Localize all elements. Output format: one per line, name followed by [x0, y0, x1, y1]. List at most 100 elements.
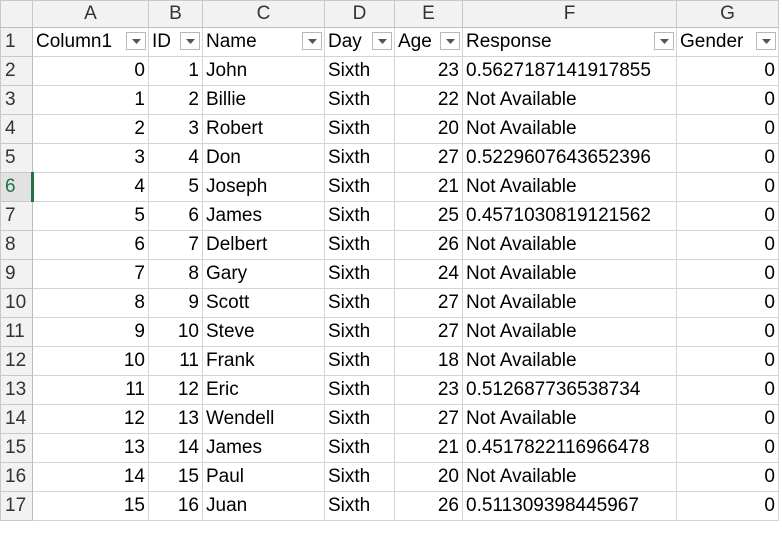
cell-d8[interactable]: Sixth — [324, 230, 395, 260]
column-header-d[interactable]: D — [324, 0, 395, 28]
cell-g9[interactable]: 0 — [676, 259, 779, 289]
cell-b14[interactable]: 13 — [148, 404, 203, 434]
cell-e9[interactable]: 24 — [394, 259, 463, 289]
cell-e8[interactable]: 26 — [394, 230, 463, 260]
row-header-9[interactable]: 9 — [0, 259, 33, 289]
cell-g11[interactable]: 0 — [676, 317, 779, 347]
row-header-13[interactable]: 13 — [0, 375, 33, 405]
cell-c12[interactable]: Frank — [202, 346, 325, 376]
cell-a3[interactable]: 1 — [32, 85, 149, 115]
column-header-e[interactable]: E — [394, 0, 463, 28]
cell-f11[interactable]: Not Available — [462, 317, 677, 347]
cell-b16[interactable]: 15 — [148, 462, 203, 492]
cell-e13[interactable]: 23 — [394, 375, 463, 405]
cell-g14[interactable]: 0 — [676, 404, 779, 434]
cell-c17[interactable]: Juan — [202, 491, 325, 521]
cell-d16[interactable]: Sixth — [324, 462, 395, 492]
column-header-f[interactable]: F — [462, 0, 677, 28]
header-cell-gender[interactable]: Gender — [676, 27, 779, 57]
column-header-a[interactable]: A — [32, 0, 149, 28]
header-cell-response[interactable]: Response — [462, 27, 677, 57]
cell-b6[interactable]: 5 — [148, 172, 203, 202]
header-cell-id[interactable]: ID — [148, 27, 203, 57]
row-header-5[interactable]: 5 — [0, 143, 33, 173]
cell-d10[interactable]: Sixth — [324, 288, 395, 318]
cell-b11[interactable]: 10 — [148, 317, 203, 347]
cell-e10[interactable]: 27 — [394, 288, 463, 318]
cell-f17[interactable]: 0.511309398445967 — [462, 491, 677, 521]
cell-g12[interactable]: 0 — [676, 346, 779, 376]
cell-g8[interactable]: 0 — [676, 230, 779, 260]
cell-a8[interactable]: 6 — [32, 230, 149, 260]
cell-e14[interactable]: 27 — [394, 404, 463, 434]
cell-f16[interactable]: Not Available — [462, 462, 677, 492]
cell-c4[interactable]: Robert — [202, 114, 325, 144]
header-cell-day[interactable]: Day — [324, 27, 395, 57]
cell-c9[interactable]: Gary — [202, 259, 325, 289]
cell-e5[interactable]: 27 — [394, 143, 463, 173]
cell-d15[interactable]: Sixth — [324, 433, 395, 463]
cell-g7[interactable]: 0 — [676, 201, 779, 231]
cell-c11[interactable]: Steve — [202, 317, 325, 347]
cell-a2[interactable]: 0 — [32, 56, 149, 86]
row-header-8[interactable]: 8 — [0, 230, 33, 260]
cell-d17[interactable]: Sixth — [324, 491, 395, 521]
row-header-4[interactable]: 4 — [0, 114, 33, 144]
filter-dropdown-button[interactable] — [126, 32, 146, 50]
cell-f12[interactable]: Not Available — [462, 346, 677, 376]
row-header-10[interactable]: 10 — [0, 288, 33, 318]
cell-a17[interactable]: 15 — [32, 491, 149, 521]
cell-d13[interactable]: Sixth — [324, 375, 395, 405]
cell-d14[interactable]: Sixth — [324, 404, 395, 434]
cell-b9[interactable]: 8 — [148, 259, 203, 289]
cell-b10[interactable]: 9 — [148, 288, 203, 318]
cell-e6[interactable]: 21 — [394, 172, 463, 202]
cell-f10[interactable]: Not Available — [462, 288, 677, 318]
filter-dropdown-button[interactable] — [180, 32, 200, 50]
cell-a16[interactable]: 14 — [32, 462, 149, 492]
cell-f15[interactable]: 0.4517822116966478 — [462, 433, 677, 463]
cell-b13[interactable]: 12 — [148, 375, 203, 405]
cell-a13[interactable]: 11 — [32, 375, 149, 405]
row-header-11[interactable]: 11 — [0, 317, 33, 347]
cell-d5[interactable]: Sixth — [324, 143, 395, 173]
cell-a11[interactable]: 9 — [32, 317, 149, 347]
row-header-12[interactable]: 12 — [0, 346, 33, 376]
cell-b8[interactable]: 7 — [148, 230, 203, 260]
cell-c10[interactable]: Scott — [202, 288, 325, 318]
cell-f3[interactable]: Not Available — [462, 85, 677, 115]
cell-d11[interactable]: Sixth — [324, 317, 395, 347]
cell-g3[interactable]: 0 — [676, 85, 779, 115]
cell-f7[interactable]: 0.4571030819121562 — [462, 201, 677, 231]
cell-d9[interactable]: Sixth — [324, 259, 395, 289]
cell-g5[interactable]: 0 — [676, 143, 779, 173]
cell-c2[interactable]: John — [202, 56, 325, 86]
cell-a7[interactable]: 5 — [32, 201, 149, 231]
cell-d7[interactable]: Sixth — [324, 201, 395, 231]
filter-dropdown-button[interactable] — [756, 32, 776, 50]
cell-e7[interactable]: 25 — [394, 201, 463, 231]
cell-f8[interactable]: Not Available — [462, 230, 677, 260]
cell-b5[interactable]: 4 — [148, 143, 203, 173]
cell-g2[interactable]: 0 — [676, 56, 779, 86]
header-cell-age[interactable]: Age — [394, 27, 463, 57]
cell-b2[interactable]: 1 — [148, 56, 203, 86]
column-header-b[interactable]: B — [148, 0, 203, 28]
row-header-7[interactable]: 7 — [0, 201, 33, 231]
cell-a5[interactable]: 3 — [32, 143, 149, 173]
select-all-corner[interactable] — [0, 0, 33, 28]
cell-g16[interactable]: 0 — [676, 462, 779, 492]
cell-a15[interactable]: 13 — [32, 433, 149, 463]
cell-f6[interactable]: Not Available — [462, 172, 677, 202]
cell-a10[interactable]: 8 — [32, 288, 149, 318]
cell-f9[interactable]: Not Available — [462, 259, 677, 289]
cell-d6[interactable]: Sixth — [324, 172, 395, 202]
cell-b15[interactable]: 14 — [148, 433, 203, 463]
cell-c15[interactable]: James — [202, 433, 325, 463]
cell-b7[interactable]: 6 — [148, 201, 203, 231]
row-header-14[interactable]: 14 — [0, 404, 33, 434]
cell-e4[interactable]: 20 — [394, 114, 463, 144]
cell-c13[interactable]: Eric — [202, 375, 325, 405]
filter-dropdown-button[interactable] — [654, 32, 674, 50]
column-header-c[interactable]: C — [202, 0, 325, 28]
